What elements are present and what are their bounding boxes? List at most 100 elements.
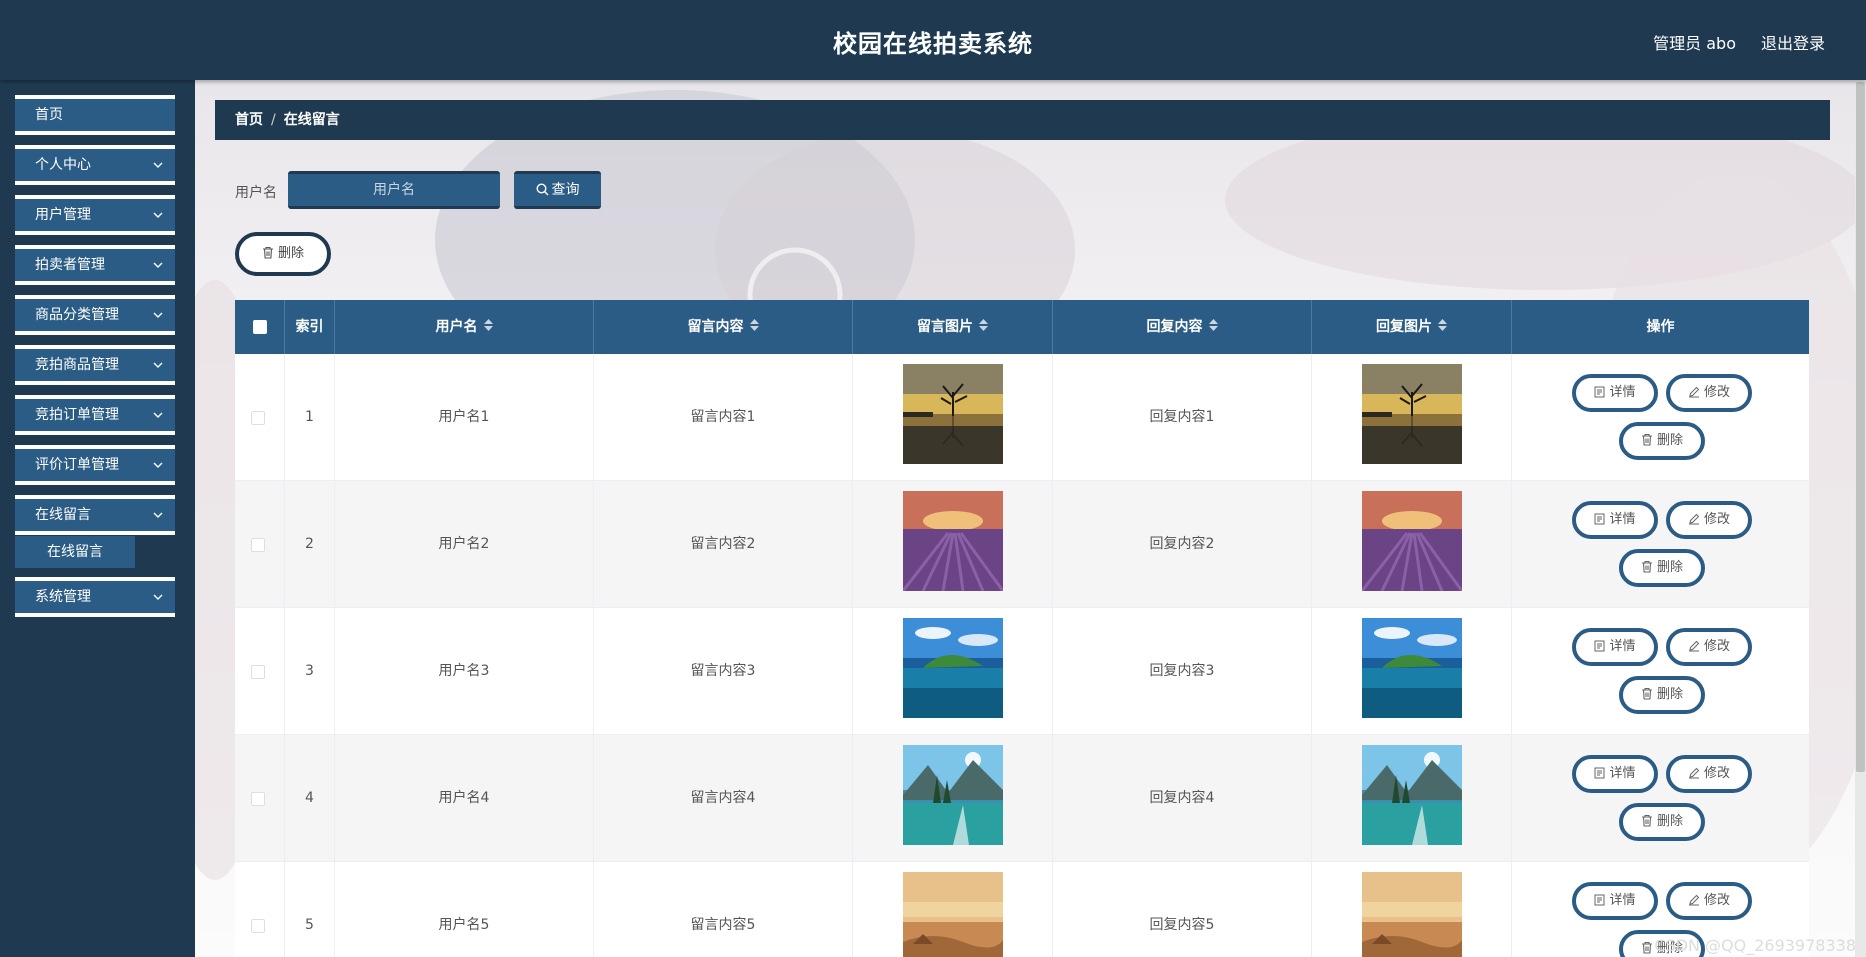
cell-username: 用户名4	[335, 735, 594, 862]
cell-select	[235, 481, 285, 608]
sidebar-item-label: 评价订单管理	[35, 457, 119, 473]
cell-select	[235, 862, 285, 957]
document-icon	[1594, 386, 1605, 397]
bulk-delete-button[interactable]: 删除	[235, 232, 331, 276]
current-user-label: 管理员 abo	[1653, 34, 1736, 53]
delete-button[interactable]: 删除	[1619, 422, 1705, 460]
chevron-down-icon	[153, 362, 163, 368]
row-checkbox[interactable]	[251, 538, 265, 552]
column-header-label: 回复图片	[1376, 319, 1432, 335]
sidebar-item-label: 系统管理	[35, 589, 91, 605]
select-all-checkbox[interactable]	[253, 320, 267, 334]
delete-button[interactable]: 删除	[1619, 803, 1705, 841]
detail-button-label: 详情	[1609, 639, 1636, 654]
sidebar-item-review-orders[interactable]: 评价订单管理	[15, 445, 175, 485]
sidebar-item-auction-goods[interactable]: 竞拍商品管理	[15, 345, 175, 385]
sidebar-item-category-management[interactable]: 商品分类管理	[15, 295, 175, 335]
detail-button[interactable]: 详情	[1572, 882, 1658, 920]
document-icon	[1594, 767, 1605, 778]
column-header-reply-image[interactable]: 回复图片	[1312, 300, 1512, 354]
breadcrumb-home[interactable]: 首页	[235, 112, 263, 128]
sidebar-item-system-management[interactable]: 系统管理	[15, 577, 175, 617]
cell-username: 用户名3	[335, 608, 594, 735]
edit-icon	[1688, 767, 1700, 778]
trash-icon	[1641, 814, 1652, 827]
message-image-thumbnail[interactable]	[903, 491, 1003, 591]
reply-image-thumbnail[interactable]	[1362, 491, 1462, 591]
edit-button-label: 修改	[1703, 893, 1730, 908]
delete-button[interactable]: 删除	[1619, 549, 1705, 587]
cell-reply: 回复内容4	[1053, 735, 1312, 862]
bulk-delete-label: 删除	[277, 246, 304, 261]
cell-message-image	[853, 354, 1053, 481]
row-checkbox[interactable]	[251, 919, 265, 933]
detail-button[interactable]: 详情	[1572, 628, 1658, 666]
cell-content: 留言内容2	[594, 481, 853, 608]
cell-index: 2	[285, 481, 335, 608]
column-header-content[interactable]: 留言内容	[594, 300, 853, 354]
cell-actions: 详情 修改删除	[1512, 354, 1809, 481]
table-header: 索引 用户名 留言内容 留言图片 回复内容 回复图片 操作	[235, 300, 1809, 354]
query-button[interactable]: 查询	[514, 171, 601, 209]
sidebar-item-home[interactable]: 首页	[15, 95, 175, 135]
column-header-message-image[interactable]: 留言图片	[853, 300, 1053, 354]
sidebar-subitem-online-message[interactable]: 在线留言	[15, 536, 135, 568]
detail-button[interactable]: 详情	[1572, 501, 1658, 539]
delete-button[interactable]: 删除	[1619, 676, 1705, 714]
message-image-thumbnail[interactable]	[903, 618, 1003, 718]
scrollbar-thumb[interactable]	[1856, 82, 1865, 772]
column-header-reply[interactable]: 回复内容	[1053, 300, 1312, 354]
detail-button[interactable]: 详情	[1572, 755, 1658, 793]
message-image-thumbnail[interactable]	[903, 872, 1003, 957]
chevron-down-icon	[153, 594, 163, 600]
detail-button-label: 详情	[1609, 893, 1636, 908]
sidebar-item-user-management[interactable]: 用户管理	[15, 195, 175, 235]
chevron-up-icon	[153, 512, 163, 518]
sidebar-item-seller-management[interactable]: 拍卖者管理	[15, 245, 175, 285]
document-icon	[1594, 894, 1605, 905]
chevron-down-icon	[153, 312, 163, 318]
column-header-username[interactable]: 用户名	[335, 300, 594, 354]
chevron-down-icon	[153, 462, 163, 468]
edit-button[interactable]: 修改	[1666, 628, 1752, 666]
sidebar-item-label: 在线留言	[35, 507, 91, 523]
edit-button[interactable]: 修改	[1666, 755, 1752, 793]
main-content: 首页 / 在线留言 用户名 查询 删除 索引 用户名 留言内容 留言图片 回复内容	[195, 80, 1855, 957]
row-checkbox[interactable]	[251, 411, 265, 425]
cell-index: 3	[285, 608, 335, 735]
sort-icon	[1438, 319, 1447, 331]
edit-icon	[1688, 386, 1700, 397]
detail-button[interactable]: 详情	[1572, 374, 1658, 412]
edit-button[interactable]: 修改	[1666, 501, 1752, 539]
sidebar-item-label: 拍卖者管理	[35, 257, 105, 273]
sidebar-item-online-message[interactable]: 在线留言	[15, 495, 175, 535]
reply-image-thumbnail[interactable]	[1362, 618, 1462, 718]
cell-index: 1	[285, 354, 335, 481]
edit-icon	[1688, 640, 1700, 651]
username-search-input[interactable]	[288, 171, 500, 209]
trash-icon	[262, 246, 273, 259]
reply-image-thumbnail[interactable]	[1362, 745, 1462, 845]
delete-button-label: 删除	[1656, 814, 1683, 829]
row-checkbox[interactable]	[251, 665, 265, 679]
row-checkbox[interactable]	[251, 792, 265, 806]
message-image-thumbnail[interactable]	[903, 364, 1003, 464]
query-button-label: 查询	[551, 182, 580, 198]
edit-button-label: 修改	[1703, 766, 1730, 781]
column-header-label: 回复内容	[1146, 319, 1203, 335]
logout-link[interactable]: 退出登录	[1761, 30, 1825, 54]
trash-icon	[1641, 941, 1652, 954]
reply-image-thumbnail[interactable]	[1362, 872, 1462, 957]
message-image-thumbnail[interactable]	[903, 745, 1003, 845]
reply-image-thumbnail[interactable]	[1362, 364, 1462, 464]
delete-button-label: 删除	[1656, 433, 1683, 448]
watermark: CSDN @QQ_2693978338	[1654, 936, 1856, 955]
edit-button[interactable]: 修改	[1666, 882, 1752, 920]
edit-button[interactable]: 修改	[1666, 374, 1752, 412]
sort-icon	[1208, 319, 1218, 331]
cell-reply: 回复内容3	[1053, 608, 1312, 735]
sort-icon	[483, 319, 493, 331]
sidebar-item-auction-orders[interactable]: 竞拍订单管理	[15, 395, 175, 435]
sidebar-item-personal-center[interactable]: 个人中心	[15, 145, 175, 185]
column-header-actions: 操作	[1646, 319, 1675, 335]
